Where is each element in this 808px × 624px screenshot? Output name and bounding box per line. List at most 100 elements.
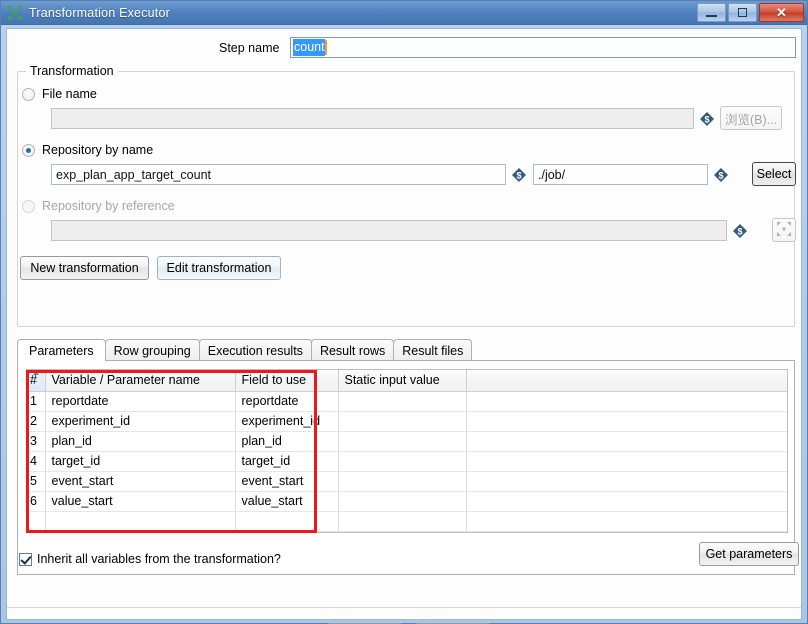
step-name-label: Step name: [219, 41, 280, 55]
maximize-button[interactable]: [728, 3, 757, 22]
cell-extra[interactable]: [466, 431, 787, 452]
cell-variable[interactable]: [45, 511, 236, 532]
cell-field[interactable]: event_start: [235, 471, 339, 492]
sort-ascending-icon: [33, 371, 39, 375]
inherit-variables-checkbox[interactable]: [19, 552, 32, 566]
dialog-body: Step name count Transformation File name…: [6, 28, 803, 624]
radio-repository-by-reference-label: Repository by reference: [42, 199, 175, 213]
tab-result-files[interactable]: Result files: [393, 339, 473, 361]
column-header-extra[interactable]: [466, 370, 787, 392]
repository-reference-browse-button[interactable]: [772, 218, 796, 242]
cell-extra[interactable]: [466, 411, 787, 432]
text-caret: [324, 40, 327, 55]
radio-repository-by-name[interactable]: [22, 144, 35, 157]
inherit-variables-row[interactable]: Inherit all variables from the transform…: [19, 552, 281, 566]
close-button[interactable]: ✕: [759, 3, 804, 22]
tab-row-grouping[interactable]: Row grouping: [104, 339, 200, 361]
step-name-value: count: [293, 39, 325, 56]
tab-panel-parameters: # Variable / Parameter name Field to use…: [17, 360, 795, 575]
cell-rownum: 3: [27, 431, 46, 452]
table-row[interactable]: 3 plan_id plan_id: [27, 431, 787, 452]
cell-extra[interactable]: [466, 391, 787, 412]
cell-field[interactable]: [235, 511, 339, 532]
title-bar: Transformation Executor ✕: [1, 1, 807, 25]
variable-dollar-icon: $: [714, 168, 728, 182]
table-row[interactable]: [27, 511, 787, 532]
column-header-field[interactable]: Field to use: [235, 370, 339, 392]
inherit-variables-label: Inherit all variables from the transform…: [37, 552, 281, 566]
file-name-browse-button[interactable]: 浏览(B)...: [720, 106, 782, 130]
cell-rownum: 6: [27, 491, 46, 512]
cell-static[interactable]: [338, 411, 467, 432]
table-row[interactable]: 5 event_start event_start: [27, 471, 787, 492]
variable-dollar-icon: $: [512, 168, 526, 182]
step-name-input[interactable]: count: [290, 37, 796, 58]
transformation-group-title: Transformation: [26, 64, 118, 78]
get-parameters-button[interactable]: Get parameters: [699, 542, 799, 566]
svg-text:$: $: [718, 171, 723, 181]
cell-extra[interactable]: [466, 451, 787, 472]
transformation-group: Transformation File name $ 浏览(B)... Repo…: [17, 64, 796, 327]
transformation-icon: [7, 5, 23, 21]
cell-static[interactable]: [338, 391, 467, 412]
radio-file-name[interactable]: [22, 88, 35, 101]
cell-variable[interactable]: experiment_id: [45, 411, 236, 432]
file-name-input[interactable]: [51, 108, 694, 129]
cell-rownum: 2: [27, 411, 46, 432]
cell-field[interactable]: reportdate: [235, 391, 339, 412]
tab-result-rows[interactable]: Result rows: [310, 339, 395, 361]
radio-repository-by-name-label: Repository by name: [42, 143, 154, 157]
cell-field[interactable]: value_start: [235, 491, 339, 512]
cell-static[interactable]: [338, 511, 467, 532]
table-row[interactable]: 4 target_id target_id: [27, 451, 787, 472]
cell-rownum: [27, 511, 46, 532]
parameters-table[interactable]: # Variable / Parameter name Field to use…: [26, 369, 788, 533]
maximize-icon: [738, 8, 747, 17]
cell-extra[interactable]: [466, 491, 787, 512]
radio-file-name-label: File name: [42, 87, 97, 101]
cell-variable[interactable]: event_start: [45, 471, 236, 492]
repository-select-button[interactable]: Select: [752, 162, 796, 186]
cell-variable[interactable]: plan_id: [45, 431, 236, 452]
cell-variable[interactable]: target_id: [45, 451, 236, 472]
cell-field[interactable]: experiment_id: [235, 411, 339, 432]
cell-rownum: 5: [27, 471, 46, 492]
step-name-row: Step name count: [7, 37, 803, 61]
minimize-button[interactable]: [697, 3, 726, 22]
cell-field[interactable]: plan_id: [235, 431, 339, 452]
cell-variable[interactable]: value_start: [45, 491, 236, 512]
repository-reference-input[interactable]: [51, 220, 727, 241]
repository-directory-input[interactable]: ./job/: [533, 164, 708, 185]
cell-static[interactable]: [338, 451, 467, 472]
svg-text:$: $: [737, 227, 742, 237]
cell-rownum: 1: [27, 391, 46, 412]
cell-static[interactable]: [338, 431, 467, 452]
tab-execution-results[interactable]: Execution results: [198, 339, 312, 361]
cell-extra[interactable]: [466, 471, 787, 492]
minimize-icon: [706, 14, 717, 17]
cell-static[interactable]: [338, 471, 467, 492]
radio-repository-by-reference[interactable]: [22, 200, 35, 213]
edit-transformation-button[interactable]: Edit transformation: [157, 256, 281, 280]
column-header-rownum-label: #: [30, 373, 37, 388]
svg-text:$: $: [516, 171, 521, 181]
column-header-static[interactable]: Static input value: [338, 370, 467, 392]
footer-separator: [7, 607, 801, 608]
column-header-rownum[interactable]: #: [27, 370, 46, 392]
dialog-window: Transformation Executor ✕ Step name coun…: [0, 0, 808, 624]
close-icon: ✕: [776, 4, 787, 20]
new-transformation-button[interactable]: New transformation: [20, 256, 149, 280]
repository-name-input[interactable]: exp_plan_app_target_count: [51, 164, 506, 185]
variable-dollar-icon: $: [733, 224, 747, 238]
tab-bar: Parameters Row grouping Execution result…: [17, 338, 795, 361]
cell-extra[interactable]: [466, 511, 787, 532]
cell-variable[interactable]: reportdate: [45, 391, 236, 412]
table-header-row: # Variable / Parameter name Field to use…: [27, 370, 787, 392]
cell-field[interactable]: target_id: [235, 451, 339, 472]
table-row[interactable]: 1 reportdate reportdate: [27, 391, 787, 412]
column-header-variable[interactable]: Variable / Parameter name: [45, 370, 236, 392]
table-row[interactable]: 6 value_start value_start: [27, 491, 787, 512]
table-row[interactable]: 2 experiment_id experiment_id: [27, 411, 787, 432]
cell-static[interactable]: [338, 491, 467, 512]
tab-parameters[interactable]: Parameters: [17, 339, 106, 361]
